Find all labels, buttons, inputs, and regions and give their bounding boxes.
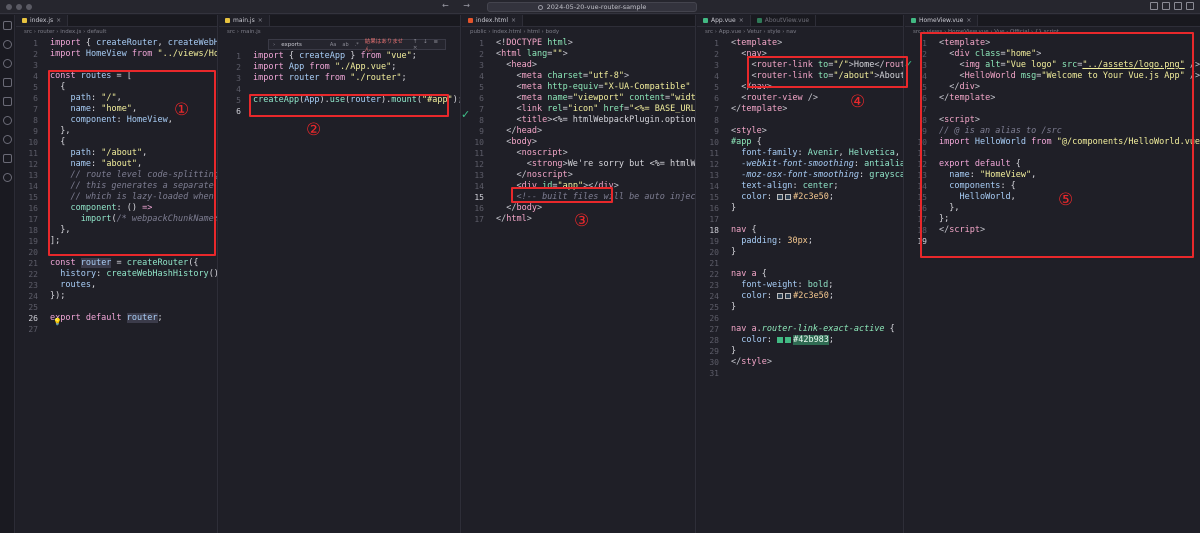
close-icon[interactable]: × [966, 17, 971, 24]
window-controls[interactable] [6, 3, 32, 10]
color-swatch[interactable] [777, 292, 784, 299]
color-swatch[interactable] [785, 336, 792, 343]
find-input[interactable]: exports [281, 42, 302, 48]
title-bar: ← → 2024-05-20-vue-router-sample [0, 0, 1200, 14]
annotation-number-2: ② [306, 120, 322, 140]
search-icon[interactable] [3, 40, 12, 49]
annotation-box-3 [511, 187, 613, 203]
breadcrumb[interactable]: src › main.js [219, 27, 460, 37]
find-nav-icons[interactable]: ↑ ↓ ≡ × [413, 39, 445, 51]
explorer-icon[interactable] [3, 21, 12, 30]
command-center[interactable]: 2024-05-20-vue-router-sample [487, 2, 697, 12]
maximize-window-icon[interactable] [26, 3, 32, 10]
color-swatch[interactable] [785, 292, 792, 299]
timeline-icon[interactable] [3, 173, 12, 182]
checkmark-icon: ✓ [461, 108, 471, 121]
remote-icon[interactable] [3, 116, 12, 125]
annotation-box-4 [747, 56, 908, 88]
run-debug-icon[interactable] [3, 78, 12, 87]
editor-pane-index-html: index.html × public › index.html › html … [462, 15, 696, 533]
find-result-text: 結果はありません。 [364, 38, 404, 53]
match-case-icon[interactable]: Aa [330, 42, 336, 48]
tab-app-vue[interactable]: App.vue × [697, 15, 751, 26]
window-title: 2024-05-20-vue-router-sample [546, 3, 647, 11]
close-icon[interactable]: × [258, 17, 263, 24]
tab-bar: App.vue × AboutView.vue [697, 15, 903, 27]
toggle-replace-icon[interactable]: › [273, 42, 275, 48]
color-swatch[interactable] [785, 193, 792, 200]
testing-icon[interactable] [3, 135, 12, 144]
tab-bar: index.js × [16, 15, 217, 27]
color-swatch[interactable] [777, 336, 784, 343]
toggle-secondary-sidebar-icon[interactable] [1174, 2, 1182, 10]
tab-index-html[interactable]: index.html × [462, 15, 524, 26]
breadcrumb[interactable]: src › router › index.js › default [16, 27, 217, 37]
annotation-box-2 [249, 94, 449, 117]
js-file-icon [22, 18, 27, 23]
html-file-icon [468, 18, 473, 23]
tab-about-view-vue[interactable]: AboutView.vue [750, 15, 817, 26]
js-file-icon [225, 18, 230, 23]
color-swatch[interactable] [777, 193, 784, 200]
annotation-box-1 [48, 70, 216, 256]
breadcrumb[interactable]: public › index.html › html › body [462, 27, 695, 37]
annotation-box-5 [920, 32, 1194, 258]
customize-layout-icon[interactable] [1186, 2, 1194, 10]
close-icon[interactable]: × [739, 17, 744, 24]
close-window-icon[interactable] [6, 3, 12, 10]
vue-file-icon [703, 18, 708, 23]
breadcrumb[interactable]: src › App.vue › Vetur › style › nav [697, 27, 903, 37]
extensions-icon[interactable] [3, 97, 12, 106]
close-icon[interactable]: × [56, 17, 61, 24]
activity-bar [0, 15, 15, 533]
source-control-icon[interactable] [3, 59, 12, 68]
tab-home-view-vue[interactable]: HomeView.vue × [905, 15, 979, 26]
tab-index-js[interactable]: index.js × [16, 15, 69, 26]
find-widget[interactable]: › exports Aa ab .* 結果はありません。 ↑ ↓ ≡ × [268, 38, 446, 53]
docker-icon[interactable] [3, 154, 12, 163]
search-icon [537, 4, 543, 10]
lightbulb-icon[interactable]: 💡 [53, 318, 62, 326]
editor-pane-main: main.js × src › main.js 1 import { create… [219, 15, 461, 533]
layout-controls[interactable] [1150, 2, 1194, 10]
vue-file-icon [911, 18, 916, 23]
code-editor[interactable]: 1 <template> 2 <nav> 3 <router-link to="/… [697, 38, 903, 379]
annotation-number-3: ③ [574, 211, 590, 231]
minimize-window-icon[interactable] [16, 3, 22, 10]
tab-bar: HomeView.vue × [905, 15, 1200, 27]
annotation-number-1: ① [174, 100, 190, 120]
history-nav-arrows[interactable]: ← → [442, 1, 476, 10]
annotation-number-4: ④ [850, 92, 866, 112]
tab-main-js[interactable]: main.js × [219, 15, 270, 26]
close-icon[interactable]: × [511, 17, 516, 24]
tab-bar: index.html × [462, 15, 695, 27]
toggle-panel-icon[interactable] [1162, 2, 1170, 10]
regex-icon[interactable]: .* [355, 42, 359, 48]
match-word-icon[interactable]: ab [342, 42, 348, 48]
toggle-sidebar-icon[interactable] [1150, 2, 1158, 10]
editor-pane-app-vue: App.vue × AboutView.vue src › App.vue › … [697, 15, 904, 533]
vue-file-icon [756, 18, 762, 23]
annotation-number-5: ⑤ [1058, 190, 1074, 210]
tab-bar: main.js × [219, 15, 460, 27]
